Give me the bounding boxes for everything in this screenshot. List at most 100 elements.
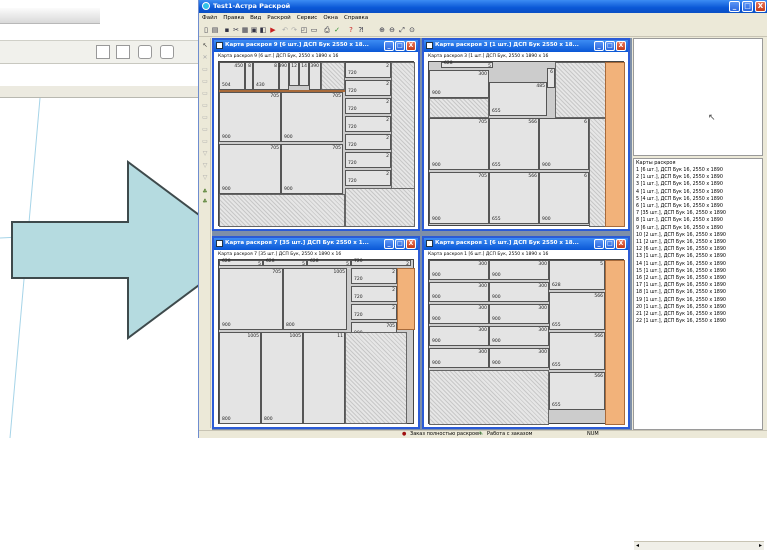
zoom-icon[interactable]: ⊙ (408, 26, 416, 34)
list-item[interactable]: 17 [1 шт.], ДСП Бук 16, 2550 x 1890 (636, 283, 726, 288)
menu-item[interactable]: Файл (199, 14, 220, 22)
list-item[interactable]: 7 [35 шт.], ДСП Бук 16, 2550 x 1890 (636, 211, 726, 216)
play-icon[interactable]: ▶ (269, 26, 277, 34)
tool-icon[interactable]: ▭ (201, 66, 209, 74)
cut-part[interactable]: 900 300 (429, 70, 489, 98)
cutting-sheet[interactable]: 504 450 8 430 8 390 12 14 390 720 2 720 2 720 2 720 2 720… (218, 61, 415, 227)
cut-part[interactable]: 900 705 (219, 92, 281, 142)
cutting-map-window[interactable]: Карта раскроя 9 [6 шт.] ДСП Бук 2550 x 1… (212, 38, 420, 231)
cut-part[interactable]: 900 300 (489, 348, 549, 368)
tool-icon[interactable]: ▭ (201, 90, 209, 98)
cut-part[interactable]: 655 566 (549, 332, 605, 370)
cut-part[interactable]: 655 485 (489, 82, 547, 116)
tool-icon[interactable]: ▭ (201, 126, 209, 134)
list-item[interactable]: 21 [2 шт.], ДСП Бук 16, 2550 x 1890 (636, 312, 726, 317)
tool-icon[interactable]: ▽ (201, 150, 209, 158)
list-item[interactable]: 19 [1 шт.], ДСП Бук 16, 2550 x 1890 (636, 298, 726, 303)
cut-part[interactable]: 900 705 (429, 118, 489, 170)
cut-part[interactable]: 720 2 (345, 80, 391, 96)
cutting-map-window[interactable]: Карта раскроя 1 [6 шт.] ДСП Бук 2550 x 1… (422, 236, 630, 429)
cut-part[interactable]: 720 2 (351, 268, 397, 284)
cut-part[interactable]: 12 (289, 62, 299, 86)
list-item[interactable]: 20 [1 шт.], ДСП Бук 16, 2550 x 1890 (636, 305, 726, 310)
cutting-sheet[interactable]: 6285628562857202720272027202900705900705… (218, 259, 415, 424)
tool-icon[interactable]: ▽ (201, 162, 209, 170)
horizontal-scrollbar[interactable]: ◂ ▸ (634, 541, 764, 550)
cut-part[interactable]: 900 300 (429, 304, 489, 324)
cut-part[interactable]: 720 2 (351, 304, 397, 320)
cut-part[interactable]: 900 705 (281, 144, 343, 194)
layout-tool-icon[interactable] (116, 45, 130, 59)
table-icon[interactable]: ▦ (241, 26, 249, 34)
cutting-map-window[interactable]: Карта раскроя 3 [1 шт.] ДСП Бук 2550 x 1… (422, 38, 630, 231)
cut-part[interactable]: 14 (299, 62, 309, 86)
cut-part[interactable]: 628 5 (219, 259, 263, 267)
list-item[interactable]: 11 [2 шт.], ДСП Бук 16, 2550 x 1890 (636, 240, 726, 245)
cut-part[interactable]: 900 300 (489, 304, 549, 324)
check-icon[interactable]: ✓ (333, 26, 341, 34)
open-folder-icon[interactable]: ▤ (211, 26, 219, 34)
tree-icon[interactable]: ♣ (201, 188, 209, 196)
list-item[interactable]: 9 [6 шт.], ДСП Бук 16, 2550 x 1890 (636, 226, 723, 231)
undo-icon[interactable]: ↶ (281, 26, 289, 34)
cut-part[interactable]: 800 1005 (283, 268, 347, 330)
preview-icon[interactable]: ◰ (300, 26, 308, 34)
list-item[interactable]: 1 [6 шт.], ДСП Бук 16, 2550 x 1890 (636, 168, 723, 173)
list-item[interactable]: 12 [6 шт.], ДСП Бук 16, 2550 x 1890 (636, 247, 726, 252)
document-icon[interactable]: ▭ (310, 26, 318, 34)
cut-part[interactable]: 900 300 (489, 282, 549, 302)
zoom-in-icon[interactable]: ⊕ (378, 26, 386, 34)
cut-part[interactable]: 900 705 (219, 144, 281, 194)
child-maximize-button[interactable]: □ (605, 239, 615, 249)
cut-part[interactable]: 720 2 (351, 259, 411, 267)
cylinder-icon[interactable] (160, 45, 174, 59)
cut-part[interactable]: 900 705 (281, 92, 343, 142)
cut-part[interactable]: 8 (245, 62, 253, 90)
tool-icon[interactable]: ▭ (201, 102, 209, 110)
grid-tool-icon[interactable] (96, 45, 110, 59)
zoom-out-icon[interactable]: ⊖ (388, 26, 396, 34)
cut-part[interactable]: 430 8 (253, 62, 279, 90)
new-file-icon[interactable]: ▯ (202, 26, 210, 34)
child-close-button[interactable]: X (616, 239, 626, 249)
cutting-sheet[interactable]: 628 5 900 300 655 485 6 900 705 655 566 900 6 900 705 6… (428, 61, 625, 227)
cut-part[interactable]: 900 6 (539, 172, 589, 224)
print-icon[interactable]: ⎙ (323, 26, 331, 34)
cut-part[interactable]: 900 300 (429, 260, 489, 280)
list-item[interactable]: 22 [1 шт.], ДСП Бук 16, 2550 x 1890 (636, 319, 726, 324)
minimize-button[interactable]: _ (729, 1, 740, 12)
list-item[interactable]: 5 [4 шт.], ДСП Бук 16, 2550 x 1890 (636, 197, 723, 202)
cut-part[interactable]: 11 (303, 332, 345, 424)
cut-part[interactable]: 800 1005 (219, 332, 261, 424)
cut-part[interactable]: 720 2 (345, 62, 391, 78)
context-help-icon[interactable]: ⁈ (357, 26, 365, 34)
child-maximize-button[interactable]: □ (395, 239, 405, 249)
list-item[interactable]: 16 [2 шт.], ДСП Бук 16, 2550 x 1890 (636, 276, 726, 281)
list-item[interactable]: 13 [1 шт.], ДСП Бук 16, 2550 x 1890 (636, 254, 726, 259)
tree-icon[interactable]: ♣ (201, 198, 209, 206)
list-item[interactable]: 14 [1 шт.], ДСП Бук 16, 2550 x 1890 (636, 262, 726, 267)
list-item[interactable]: 18 [1 шт.], ДСП Бук 16, 2550 x 1890 (636, 290, 726, 295)
tool-icon[interactable]: ✕ (201, 54, 209, 62)
child-minimize-button[interactable]: _ (594, 239, 604, 249)
list-item[interactable]: 15 [1 шт.], ДСП Бук 16, 2550 x 1890 (636, 269, 726, 274)
list-item[interactable]: 10 [2 шт.], ДСП Бук 16, 2550 x 1890 (636, 233, 726, 238)
cut-part[interactable]: 655 566 (489, 118, 539, 170)
menu-item[interactable]: Раскрой (264, 14, 293, 22)
chart-icon[interactable]: ◧ (259, 26, 267, 34)
image-icon[interactable]: ▣ (250, 26, 258, 34)
cut-part[interactable]: 800 1005 (261, 332, 303, 424)
list-item[interactable]: 4 [1 шт.], ДСП Бук 16, 2550 x 1890 (636, 190, 723, 195)
cut-part[interactable]: 655 566 (549, 372, 605, 410)
cut-part[interactable]: 720 2 (351, 286, 397, 302)
cut-part[interactable]: 390 (309, 62, 321, 90)
child-minimize-button[interactable]: _ (384, 41, 394, 51)
tool-icon[interactable]: ▭ (201, 114, 209, 122)
cut-part[interactable]: 900 705 (219, 268, 283, 330)
list-item[interactable]: 8 [1 шт.], ДСП Бук 16, 2550 x 1890 (636, 218, 723, 223)
scroll-left-icon[interactable]: ◂ (636, 542, 639, 549)
close-button[interactable]: X (755, 1, 766, 12)
help-icon[interactable]: ? (347, 26, 355, 34)
cut-part[interactable]: 628 5 (441, 61, 493, 69)
tool-icon[interactable]: ▭ (201, 138, 209, 146)
